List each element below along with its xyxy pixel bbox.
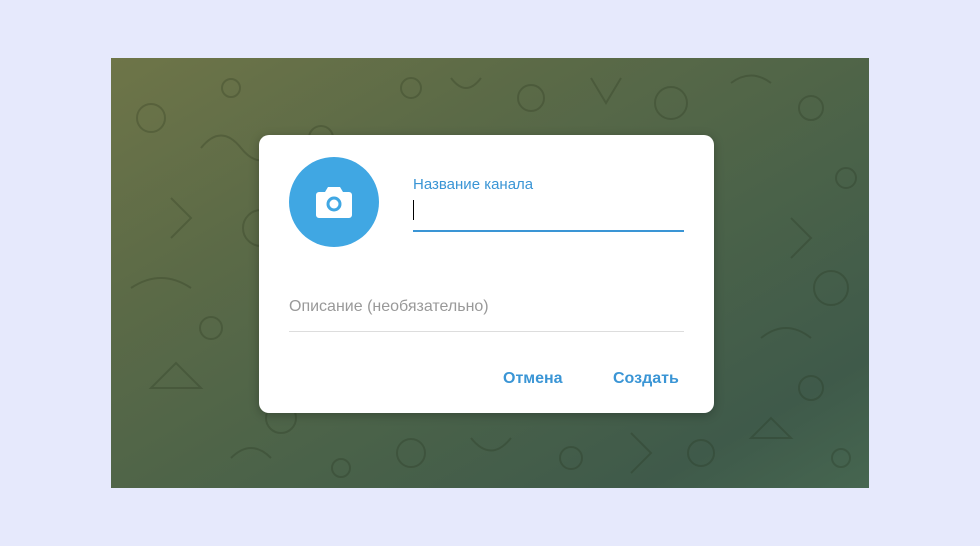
create-channel-dialog: Название канала Отмена Создать <box>259 135 714 413</box>
set-channel-photo-button[interactable] <box>289 157 379 247</box>
description-field[interactable] <box>289 295 684 332</box>
camera-icon <box>316 187 352 218</box>
cancel-button[interactable]: Отмена <box>503 370 563 388</box>
text-caret <box>413 200 414 220</box>
channel-name-input[interactable] <box>413 196 684 224</box>
create-button[interactable]: Создать <box>613 370 679 388</box>
channel-name-field[interactable] <box>413 196 684 232</box>
description-input[interactable] <box>289 295 684 319</box>
channel-name-label: Название канала <box>413 176 534 193</box>
